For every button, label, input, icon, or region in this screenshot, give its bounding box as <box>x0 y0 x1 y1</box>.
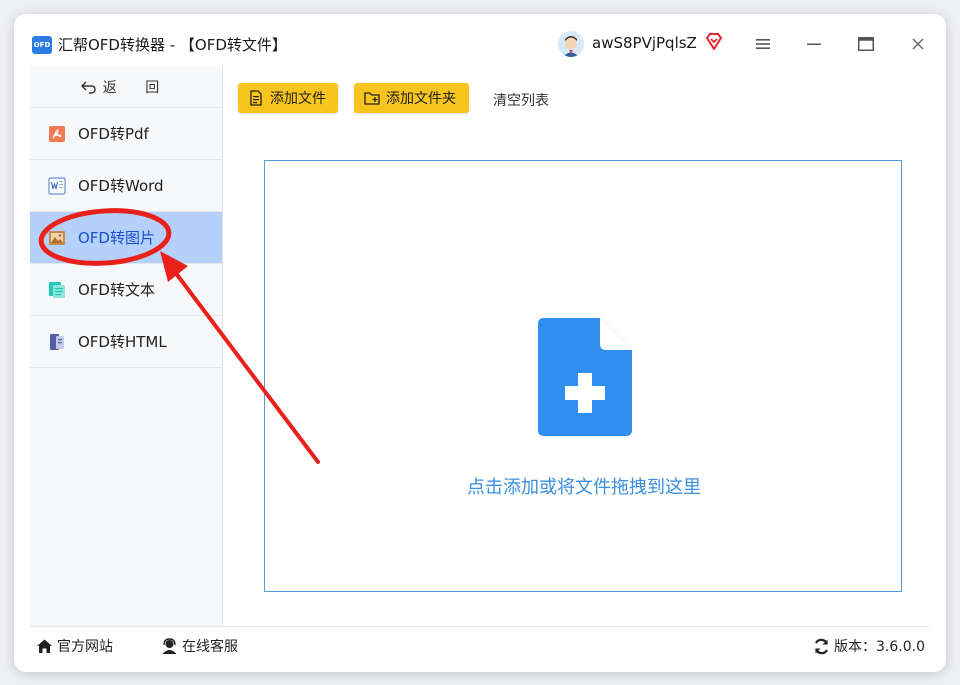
version-label: 版本：3.6.0.0 <box>834 639 925 655</box>
file-dropzone[interactable]: 点击添加或将文件拖拽到这里 <box>264 160 902 592</box>
window-title: 汇帮OFD转换器 - 【OFD转文件】 <box>58 36 287 54</box>
sidebar-item-label: OFD转Pdf <box>78 125 149 143</box>
add-folder-icon <box>364 92 380 105</box>
back-arrow-icon <box>80 81 96 94</box>
official-website-link[interactable]: 官方网站 <box>36 636 113 656</box>
pdf-icon <box>49 125 65 142</box>
clear-list-button[interactable]: 清空列表 <box>493 90 549 110</box>
sidebar-item-ofd-to-pdf[interactable]: OFD转Pdf <box>30 108 222 160</box>
html-icon <box>50 333 64 350</box>
sidebar-item-ofd-to-image[interactable]: OFD转图片 <box>30 212 222 264</box>
online-support-link[interactable]: 在线客服 <box>161 636 238 656</box>
sidebar-item-ofd-to-word[interactable]: OFD转Word <box>30 160 222 212</box>
add-folder-button[interactable]: 添加文件夹 <box>354 83 469 113</box>
online-support-label: 在线客服 <box>182 639 238 655</box>
add-file-button[interactable]: 添加文件 <box>238 83 338 113</box>
app-window: OFD 汇帮OFD转换器 - 【OFD转文件】 awS8PVjPqlsZ 返 回… <box>14 14 946 672</box>
sidebar-item-label: OFD转Word <box>78 177 164 195</box>
avatar[interactable] <box>558 31 584 57</box>
app-logo-icon: OFD <box>32 36 52 54</box>
add-folder-label: 添加文件夹 <box>386 91 456 107</box>
vip-diamond-icon[interactable] <box>704 32 724 52</box>
version-info[interactable]: 版本：3.6.0.0 <box>813 636 925 656</box>
status-bar: 官方网站 在线客服 版本：3.6.0.0 <box>30 626 930 661</box>
sidebar: 返 回 OFD转Pdf OFD转Word OFD转图片 OFD转文本 OFD转H… <box>30 66 223 626</box>
refresh-icon <box>814 638 829 654</box>
add-file-icon <box>250 90 262 106</box>
main-panel: 添加文件 添加文件夹 清空列表 点击添加或将文件拖拽到这里 <box>223 66 930 626</box>
maximize-icon[interactable] <box>854 32 878 56</box>
back-button[interactable]: 返 回 <box>30 66 222 108</box>
dropzone-hint: 点击添加或将文件拖拽到这里 <box>467 477 701 498</box>
menu-icon[interactable] <box>751 32 775 56</box>
image-icon <box>49 230 65 245</box>
back-label: 返 回 <box>102 79 172 96</box>
support-icon <box>162 637 177 654</box>
text-icon <box>49 281 65 298</box>
home-icon <box>37 639 52 653</box>
title-bar: OFD 汇帮OFD转换器 - 【OFD转文件】 awS8PVjPqlsZ <box>14 14 946 66</box>
close-icon[interactable] <box>906 32 930 56</box>
word-icon <box>48 176 66 195</box>
sidebar-item-ofd-to-text[interactable]: OFD转文本 <box>30 264 222 316</box>
sidebar-item-label: OFD转HTML <box>78 333 167 351</box>
official-website-label: 官方网站 <box>57 639 113 655</box>
add-file-label: 添加文件 <box>270 91 326 107</box>
username-label[interactable]: awS8PVjPqlsZ <box>592 34 697 52</box>
add-document-icon[interactable] <box>538 318 632 436</box>
sidebar-item-label: OFD转图片 <box>78 229 155 247</box>
sidebar-item-label: OFD转文本 <box>78 281 155 299</box>
minimize-icon[interactable] <box>802 32 826 56</box>
sidebar-item-ofd-to-html[interactable]: OFD转HTML <box>30 316 222 368</box>
